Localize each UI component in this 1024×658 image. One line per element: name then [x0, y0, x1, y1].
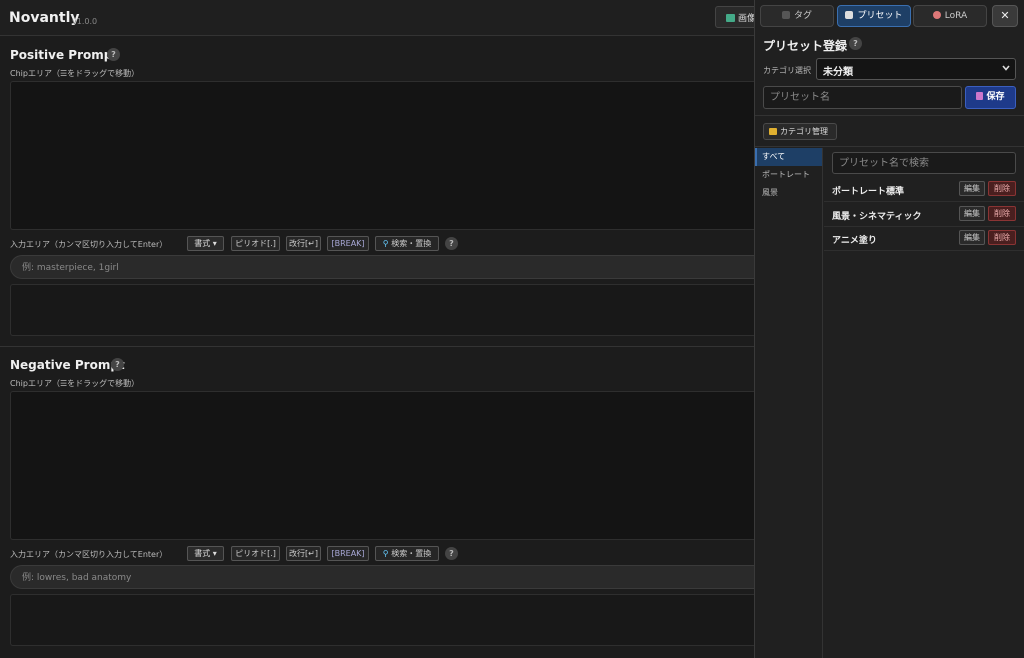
image-icon [726, 14, 735, 22]
preset-register-title: プリセット登録 [763, 39, 848, 53]
category-select-label: カテゴリ選択 [763, 66, 811, 75]
positive-format-button[interactable]: 書式 ▾ [187, 236, 224, 251]
app-version: v1.0.0 [72, 17, 98, 26]
tab-tags-label: タグ [793, 11, 812, 21]
preset-row: ポートレート標準 編集 削除 [824, 178, 1024, 202]
preset-name: ポートレート標準 [832, 187, 905, 197]
tab-tags[interactable]: タグ [760, 5, 834, 27]
negative-format-button[interactable]: 書式 ▾ [187, 546, 224, 561]
positive-help-icon[interactable]: ? [107, 48, 120, 61]
negative-chip-area[interactable] [10, 391, 754, 540]
tag-icon [781, 11, 790, 19]
positive-input-label: 入力エリア（カンマ区切り入力してEnter） [10, 240, 168, 249]
positive-input-row [10, 255, 754, 279]
category-item-landscape[interactable]: 風景 [755, 184, 822, 202]
positive-prompt-title: Positive Prompt [10, 48, 119, 62]
negative-prompt-title: Negative Prompt [10, 358, 125, 372]
save-icon [976, 92, 984, 100]
positive-break-button[interactable]: [BREAK] [327, 236, 369, 251]
negative-help-icon[interactable]: ? [111, 358, 124, 371]
divider [755, 146, 1024, 147]
edit-button[interactable]: 編集 [959, 181, 985, 196]
negative-input-row [10, 565, 754, 589]
close-button[interactable]: ✕ [992, 5, 1018, 27]
palette-icon [932, 11, 941, 19]
preset-name: 風景・シネマティック [832, 212, 922, 222]
delete-button[interactable]: 削除 [988, 206, 1016, 221]
tab-lora[interactable]: LoRA [913, 5, 987, 27]
negative-toolbar: 入力エリア（カンマ区切り入力してEnter） 書式 ▾ ピリオド[.] 改行[↵… [10, 546, 754, 562]
positive-search-label: 検索・置換 [391, 239, 432, 248]
folder-icon [769, 128, 777, 135]
negative-prompt-input[interactable] [22, 571, 722, 585]
edit-button[interactable]: 編集 [959, 230, 985, 245]
negative-toolbar-help-icon[interactable]: ? [445, 547, 458, 560]
tab-lora-label: LoRA [944, 11, 968, 21]
positive-chip-area[interactable] [10, 81, 754, 230]
app-title: Novantly [9, 10, 80, 26]
category-item-portrait[interactable]: ポートレート [755, 166, 822, 184]
category-select[interactable]: 未分類 [816, 58, 1016, 80]
category-manage-button[interactable]: カテゴリ管理 [763, 123, 837, 140]
category-manage-label: カテゴリ管理 [780, 127, 828, 136]
clipboard-icon [845, 11, 854, 19]
positive-text-area[interactable] [10, 284, 754, 336]
category-list: すべて ポートレート 風景 [755, 148, 823, 658]
search-icon: ⚲ [382, 239, 392, 248]
tab-presets-label: プリセット [857, 11, 903, 21]
preset-row: アニメ塗り 編集 削除 [824, 227, 1024, 251]
negative-text-area[interactable] [10, 594, 754, 646]
divider [755, 115, 1024, 116]
category-select-value: 未分類 [823, 67, 853, 78]
preset-search-input[interactable] [832, 152, 1016, 174]
positive-newline-button[interactable]: 改行[↵] [286, 236, 321, 251]
positive-search-replace-button[interactable]: ⚲ 検索・置換 [375, 236, 439, 251]
save-label: 保存 [986, 92, 1005, 102]
preset-row: 風景・シネマティック 編集 削除 [824, 203, 1024, 227]
preset-name: アニメ塗り [832, 236, 877, 246]
positive-chip-label: Chipエリア（☰をドラッグで移動） [10, 69, 140, 78]
negative-newline-button[interactable]: 改行[↵] [286, 546, 321, 561]
negative-input-label: 入力エリア（カンマ区切り入力してEnter） [10, 550, 168, 559]
negative-prompt-section: Negative Prompt ? Chipエリア（☰をドラッグで移動） 入力エ… [0, 346, 754, 658]
positive-toolbar: 入力エリア（カンマ区切り入力してEnter） 書式 ▾ ピリオド[.] 改行[↵… [10, 236, 754, 252]
preset-help-icon[interactable]: ? [849, 37, 862, 50]
search-icon: ⚲ [382, 549, 392, 558]
positive-prompt-input[interactable] [22, 261, 722, 275]
preset-name-input[interactable] [763, 86, 962, 109]
save-button[interactable]: 保存 [965, 86, 1016, 109]
delete-button[interactable]: 削除 [988, 181, 1016, 196]
edit-button[interactable]: 編集 [959, 206, 985, 221]
chevron-down-icon [1002, 65, 1010, 71]
positive-toolbar-help-icon[interactable]: ? [445, 237, 458, 250]
negative-search-replace-button[interactable]: ⚲ 検索・置換 [375, 546, 439, 561]
tab-presets[interactable]: プリセット [837, 5, 911, 27]
positive-prompt-section: Positive Prompt ? Chipエリア（☰をドラッグで移動） 入力エ… [0, 37, 754, 345]
delete-button[interactable]: 削除 [988, 230, 1016, 245]
positive-period-button[interactable]: ピリオド[.] [231, 236, 280, 251]
negative-chip-label: Chipエリア（☰をドラッグで移動） [10, 379, 140, 388]
category-item-all[interactable]: すべて [755, 148, 822, 166]
negative-search-label: 検索・置換 [391, 549, 432, 558]
negative-period-button[interactable]: ピリオド[.] [231, 546, 280, 561]
preset-panel: タグ プリセット LoRA ✕ プリセット登録 ? カテゴリ選択 未分類 保存 … [754, 0, 1024, 658]
app-header: Novantly v1.0.0 画像 [0, 0, 765, 36]
negative-break-button[interactable]: [BREAK] [327, 546, 369, 561]
